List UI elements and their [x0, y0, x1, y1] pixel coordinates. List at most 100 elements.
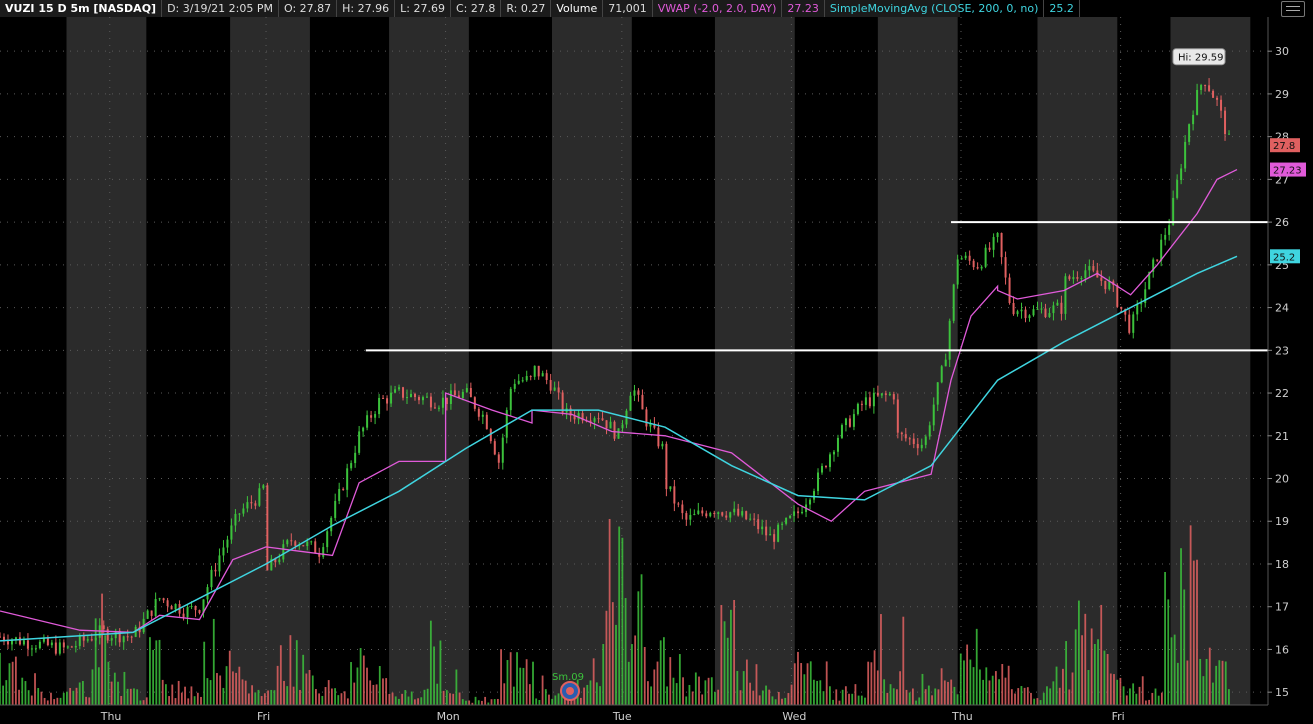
volume-label[interactable]: Volume — [551, 0, 604, 17]
candle-body — [992, 237, 995, 250]
candle-body — [346, 468, 349, 490]
y-tick-label: 24 — [1275, 302, 1289, 315]
volume-bar — [637, 591, 640, 705]
volume-bar — [0, 652, 1, 705]
candle-body — [988, 247, 991, 250]
sma-label[interactable]: SimpleMovingAvg (CLOSE, 200, 0, no) — [825, 0, 1045, 17]
candle-body — [761, 526, 764, 530]
volume-bar — [1199, 658, 1202, 705]
candle-body — [904, 434, 907, 439]
volume-bar — [1023, 687, 1026, 705]
candle-body — [338, 488, 341, 501]
volume-bar — [876, 670, 879, 705]
candle-body — [74, 645, 77, 648]
volume-bar — [777, 691, 780, 705]
volume-bar — [506, 660, 509, 705]
candle-body — [856, 403, 859, 415]
volume-bar — [43, 697, 46, 705]
candle-body — [238, 513, 241, 515]
volume-bar — [104, 635, 107, 705]
price-chart[interactable]: 15161718192021222324252627282930 Thu Fri M… — [0, 0, 1313, 724]
volume-bar — [1186, 660, 1189, 705]
volume-bar — [1004, 677, 1007, 705]
candle-body — [1200, 85, 1203, 90]
candle-body — [553, 387, 556, 391]
volume-bar — [481, 700, 483, 705]
candle-body — [146, 610, 149, 619]
candle-body — [166, 600, 169, 607]
x-tick-label: Wed — [782, 710, 806, 723]
volume-bar — [404, 690, 407, 705]
candle-body — [310, 541, 313, 543]
candle-body — [90, 639, 93, 641]
candle-body — [342, 488, 345, 490]
volume-bar — [548, 694, 550, 705]
volume-bar — [177, 680, 180, 705]
candle-body — [406, 397, 409, 399]
volume-bar — [251, 685, 253, 705]
candle-body — [302, 545, 305, 547]
volume-bar — [120, 695, 123, 705]
volume-bar — [168, 696, 170, 705]
candle-body — [254, 503, 257, 506]
volume-bar — [908, 692, 911, 705]
candle-body — [525, 376, 528, 381]
volume-bar — [267, 690, 269, 705]
volume-bar — [149, 637, 151, 705]
volume-bar — [490, 699, 493, 705]
candle-body — [705, 513, 708, 517]
volume-bar — [1106, 654, 1109, 705]
volume-bar — [276, 665, 279, 705]
vwap-label[interactable]: VWAP (-2.0, 2.0, DAY) — [653, 0, 783, 17]
candle-body — [529, 376, 532, 378]
volume-bar — [85, 696, 87, 705]
candle-body — [864, 397, 867, 405]
volume-bar — [270, 689, 273, 705]
candle-body — [170, 606, 173, 610]
volume-bar — [755, 664, 758, 705]
chart-header: VUZI 15 D 5m [NASDAQ] D: 3/19/21 2:05 PM… — [0, 0, 1080, 17]
volume-bar — [880, 614, 882, 705]
symbol-label[interactable]: VUZI 15 D 5m [NASDAQ] — [0, 0, 163, 17]
volume-bar — [675, 683, 678, 705]
candle-body — [693, 513, 696, 515]
chart-menu-icon[interactable] — [1281, 1, 1305, 17]
candle-body — [234, 513, 237, 526]
volume-bar — [145, 697, 148, 705]
volume-bar — [1030, 692, 1032, 705]
volume-bar — [726, 637, 729, 705]
candle-body — [82, 635, 85, 641]
volume-bar — [193, 696, 196, 705]
volume-bar — [647, 681, 649, 705]
candle-body — [832, 451, 835, 455]
volume-bar — [701, 694, 704, 705]
volume-bar — [717, 689, 720, 705]
volume-bar — [413, 699, 416, 705]
candle-body — [1028, 315, 1031, 319]
volume-bar — [378, 666, 381, 705]
candle-body — [1128, 314, 1131, 333]
volume-bar — [535, 698, 538, 705]
volume-bar — [91, 669, 94, 705]
volume-bar — [752, 690, 755, 705]
candle-body — [122, 636, 125, 643]
volume-bar — [745, 659, 748, 705]
candle-body — [888, 394, 891, 396]
candle-body — [868, 397, 871, 407]
candle-body — [50, 642, 53, 646]
volume-bar — [458, 692, 461, 705]
candle-body — [1060, 302, 1063, 314]
candle-body — [537, 365, 540, 377]
volume-bar — [1141, 676, 1144, 705]
candle-body — [218, 555, 221, 572]
candle-body — [26, 640, 29, 649]
candle-body — [916, 444, 919, 449]
candle-body — [1156, 259, 1159, 261]
volume-bar — [662, 637, 665, 705]
volume-bar — [522, 667, 525, 705]
candle-body — [70, 646, 73, 648]
volume-bar — [1052, 681, 1055, 705]
volume-bar — [934, 688, 937, 705]
volume-bar — [468, 700, 471, 705]
candle-body — [1116, 284, 1119, 307]
